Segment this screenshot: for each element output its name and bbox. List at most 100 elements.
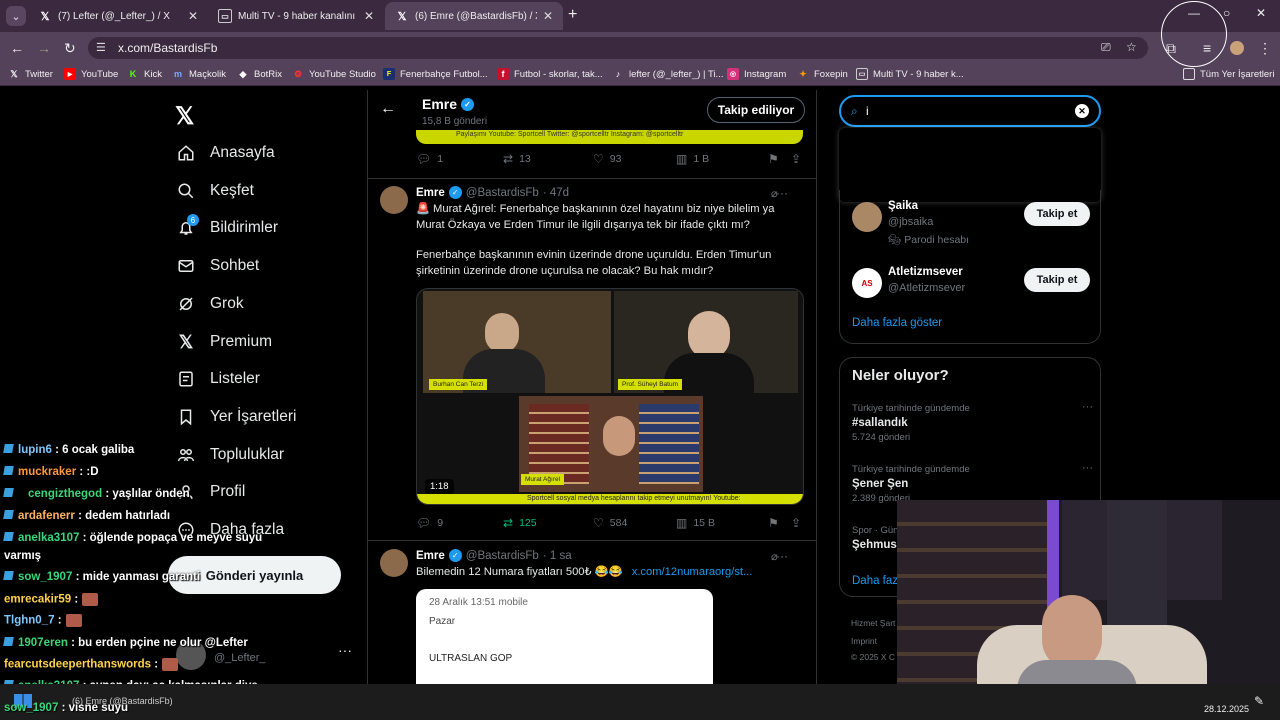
bookmark-tiktok[interactable]: ♪ lefter (@_lefter_) | Ti... — [612, 68, 724, 80]
back-arrow-icon[interactable]: ← — [10, 40, 24, 56]
more-dots-icon[interactable]: ··· — [338, 642, 352, 658]
retweet-button[interactable]: ⇄ 13 — [503, 152, 531, 166]
bookmark-button[interactable]: ⚑ — [768, 516, 785, 530]
footer-link[interactable]: Imprint — [851, 636, 877, 646]
more-dots-icon[interactable]: ··· — [776, 549, 788, 563]
back-arrow-icon[interactable]: ← — [380, 100, 396, 118]
bookmark-star-icon[interactable]: ☆ — [1126, 40, 1137, 54]
taskbar-window-title[interactable]: (6) Emre (@BastardisFb) — [72, 696, 173, 706]
cast-icon[interactable]: ⎚ — [1101, 40, 1111, 55]
views-button[interactable]: ▥ 15 B — [676, 516, 715, 530]
nav-bookmarks[interactable]: Yer İşaretleri — [176, 407, 296, 427]
reload-icon[interactable]: ↻ — [64, 40, 76, 57]
menu-icon[interactable]: ⋮ — [1258, 40, 1272, 57]
new-tab-button[interactable]: + — [568, 6, 577, 24]
trend-item[interactable]: Türkiye tarihinde gündemde Şener Şen 2.3… — [852, 462, 1093, 504]
nav-notifications[interactable]: 6 Bildirimler — [176, 214, 278, 238]
tweet-video[interactable]: Burhan Can Terzi Prof. Süheyl Batum Mura… — [416, 288, 804, 505]
forward-arrow-icon[interactable]: → — [37, 40, 51, 56]
bookmark-youtube-studio[interactable]: ⚙ YouTube Studio — [292, 68, 376, 80]
following-button[interactable]: Takip ediliyor — [707, 97, 805, 123]
share-button[interactable]: ⇪ — [791, 152, 807, 166]
notification-icon[interactable]: ✎ — [1254, 694, 1264, 708]
bookmark-youtube[interactable]: ▶ YouTube — [64, 68, 118, 80]
tweet-time[interactable]: · 47d — [543, 187, 569, 199]
nav-communities[interactable]: Topluluklar — [176, 445, 284, 465]
tweet-author-name[interactable]: Emre — [416, 187, 445, 199]
like-button[interactable]: ♡ 93 — [593, 152, 621, 166]
tweet-link[interactable]: x.com/12numaraorg/st... — [632, 566, 753, 578]
nav-home[interactable]: Anasayfa — [176, 143, 275, 163]
close-icon[interactable]: ✕ — [364, 9, 374, 23]
maximize-button[interactable]: ○ — [1223, 6, 1230, 20]
tab-search-button[interactable]: ⌄ — [6, 6, 26, 26]
tab-lefter[interactable]: 𝕏 (7) Lefter (@_Lefter_) / X ✕ — [28, 2, 208, 30]
search-input[interactable]: ⌕ i ✕ — [839, 95, 1101, 127]
bookmark-kick[interactable]: K Kick — [127, 68, 162, 80]
tweet-author-handle[interactable]: @BastardisFb — [466, 550, 539, 562]
bookmark-multitv[interactable]: ▭ Multi TV - 9 haber k... — [856, 68, 964, 80]
multitv-icon: ▭ — [856, 68, 868, 80]
show-more-link[interactable]: Daha fazla göster — [852, 317, 942, 329]
share-icon: ⇪ — [791, 516, 802, 530]
all-bookmarks-folder[interactable]: Tüm Yer İşaretleri — [1183, 68, 1274, 80]
bookmark-instagram[interactable]: ◎ Instagram — [727, 68, 786, 80]
x-logo-icon[interactable]: 𝕏 — [175, 102, 194, 131]
clear-icon[interactable]: ✕ — [1075, 104, 1089, 118]
show-more-link[interactable]: Daha faz — [852, 575, 898, 587]
bookmark-flashscore[interactable]: f Futbol - skorlar, tak... — [497, 68, 603, 80]
views-button[interactable]: ▥ 1 B — [676, 152, 709, 166]
tab-emre[interactable]: 𝕏 (6) Emre (@BastardisFb) / X ✕ — [385, 2, 563, 30]
bookmark-mackolik[interactable]: m Maçkolik — [172, 68, 226, 80]
retweet-count: 13 — [519, 153, 531, 165]
retweet-button[interactable]: ⇄ 125 — [503, 516, 537, 530]
close-icon[interactable]: ✕ — [543, 9, 553, 23]
nav-premium[interactable]: 𝕏 Premium — [176, 332, 272, 352]
tweet-image[interactable]: 28 Aralık 13:51 mobile Pazar ULTRASLAN G… — [416, 589, 713, 685]
tab-multitv[interactable]: ▭ Multi TV - 9 haber kanalını aynı ✕ — [208, 2, 384, 30]
chat-badge-icon — [3, 444, 14, 453]
more-dots-icon[interactable]: ··· — [1082, 462, 1093, 474]
bookmark-fenerbahce[interactable]: F Fenerbahçe Futbol... — [383, 68, 488, 80]
tweet-header: Emre ✓ @BastardisFb · 1 sa — [416, 549, 572, 562]
follow-suggestion[interactable]: AS Atletizmsever @Atletizmsever Takip et — [852, 266, 1092, 304]
retweet-icon: ⇄ — [503, 516, 514, 530]
bookmark-botrix[interactable]: ◆ BotRix — [237, 68, 282, 80]
follow-suggestion[interactable]: Şaika @jbsaika 🎭︎ Parodi hesabı Takip et — [852, 200, 1092, 246]
close-icon[interactable]: ✕ — [188, 9, 198, 23]
more-dots-icon[interactable]: ··· — [776, 186, 788, 200]
reply-button[interactable]: 💬︎ 9 — [416, 516, 443, 530]
mackolik-icon: m — [173, 69, 182, 79]
footer-link[interactable]: Hizmet Şart — [851, 618, 895, 628]
bookmark-twitter[interactable]: 𝕏 Twitter — [8, 68, 53, 80]
tweet-author-handle[interactable]: @BastardisFb — [466, 187, 539, 199]
nav-grok[interactable]: Grok — [176, 294, 244, 314]
follow-button[interactable]: Takip et — [1024, 202, 1090, 226]
avatar[interactable] — [380, 186, 408, 214]
verified-icon: ✓ — [448, 549, 462, 562]
profile-avatar[interactable] — [1230, 41, 1244, 55]
bookmark-button[interactable]: ⚑ — [768, 152, 785, 166]
share-button[interactable]: ⇪ — [791, 516, 807, 530]
chat-badge-icon — [3, 532, 14, 541]
follow-button[interactable]: Takip et — [1024, 268, 1090, 292]
more-dots-icon[interactable]: ··· — [1082, 401, 1093, 413]
nav-messages[interactable]: Sohbet — [176, 256, 259, 276]
bookshelf — [639, 404, 699, 484]
like-button[interactable]: ♡ 584 — [593, 516, 627, 530]
address-bar[interactable]: ☰ x.com/BastardisFb ⎚ ☆ — [88, 37, 1148, 59]
nav-explore[interactable]: Keşfet — [176, 181, 254, 201]
bookmark-foxepin[interactable]: ✦ Foxepin — [797, 68, 848, 80]
tweet-author-name[interactable]: Emre — [416, 550, 445, 562]
reply-button[interactable]: 💬︎ 1 — [416, 152, 443, 166]
search-value: i — [866, 104, 869, 118]
window-close-button[interactable]: ✕ — [1256, 6, 1266, 20]
nav-lists[interactable]: Listeler — [176, 369, 260, 389]
tweet-time[interactable]: · 1 sa — [543, 550, 572, 562]
avatar[interactable] — [380, 549, 408, 577]
chat-message: sow_1907 : mide yanması garanti — [3, 571, 200, 583]
webcam-overlay — [897, 500, 1280, 688]
trend-item[interactable]: Türkiye tarihinde gündemde #sallandık 5.… — [852, 401, 1093, 443]
site-info-icon[interactable]: ☰ — [96, 41, 106, 54]
tab-title: Multi TV - 9 haber kanalını aynı — [238, 10, 358, 22]
